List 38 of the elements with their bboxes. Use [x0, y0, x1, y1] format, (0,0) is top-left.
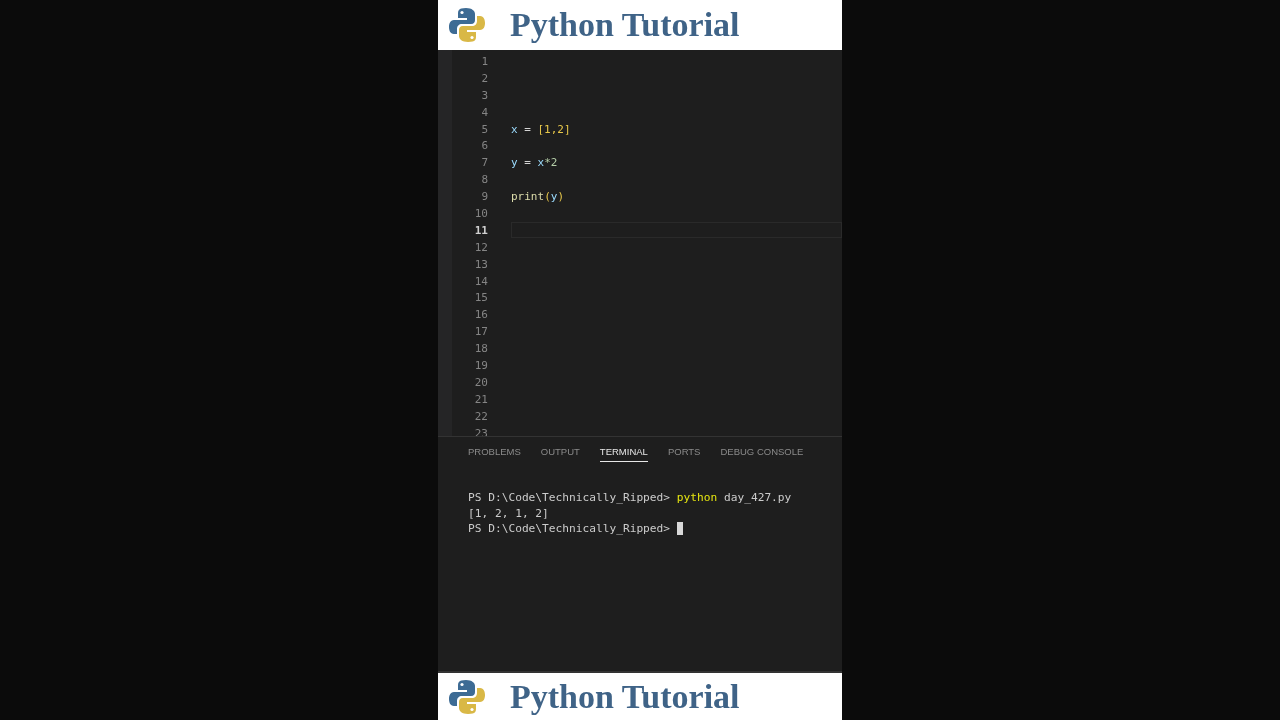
line-number: 17: [473, 325, 488, 339]
python-logo-icon: [448, 677, 486, 716]
code-line: print(y): [511, 189, 565, 205]
line-number: 9: [480, 190, 488, 204]
line-number: 11: [473, 223, 488, 237]
line-number: 23: [473, 426, 488, 436]
line-number: 22: [473, 409, 488, 423]
line-number: 2: [480, 71, 488, 85]
line-number: 15: [473, 291, 488, 305]
code-line: y = x*2: [511, 155, 559, 171]
line-number: 12: [473, 240, 488, 254]
line-number: 21: [473, 392, 488, 406]
code-line: x = [1,2]: [511, 121, 572, 137]
line-number: 5: [480, 122, 488, 136]
python-logo-icon: [448, 6, 486, 44]
line-number: 16: [473, 308, 488, 322]
terminal-line: PS D:\Code\Technically_Ripped>: [468, 522, 672, 536]
line-number: 13: [473, 257, 488, 271]
line-number: 10: [473, 206, 488, 220]
banner-title: Python Tutorial: [510, 677, 740, 716]
panel-tab[interactable]: PORTS: [667, 446, 701, 462]
line-number: 18: [473, 342, 488, 356]
panel-tab[interactable]: OUTPUT: [540, 446, 580, 462]
line-number: 8: [480, 173, 488, 187]
banner-title: Python Tutorial: [510, 6, 740, 44]
line-number: 6: [480, 139, 488, 153]
panel-tab[interactable]: DEBUG CONSOLE: [720, 446, 804, 462]
line-number: 7: [480, 156, 488, 170]
line-number: 4: [480, 105, 488, 119]
line-number: 3: [480, 88, 488, 102]
terminal-line: [1, 2, 1, 2]: [468, 506, 549, 520]
panel-tab[interactable]: TERMINAL: [599, 446, 648, 462]
terminal-line: PS D:\Code\Technically_Ripped> python day_427.py: [468, 491, 792, 505]
panel-tab[interactable]: PROBLEMS: [468, 446, 521, 462]
line-number: 1: [480, 54, 488, 68]
line-number: 20: [473, 375, 488, 389]
line-number: 14: [473, 274, 488, 288]
line-number: 19: [473, 358, 488, 372]
